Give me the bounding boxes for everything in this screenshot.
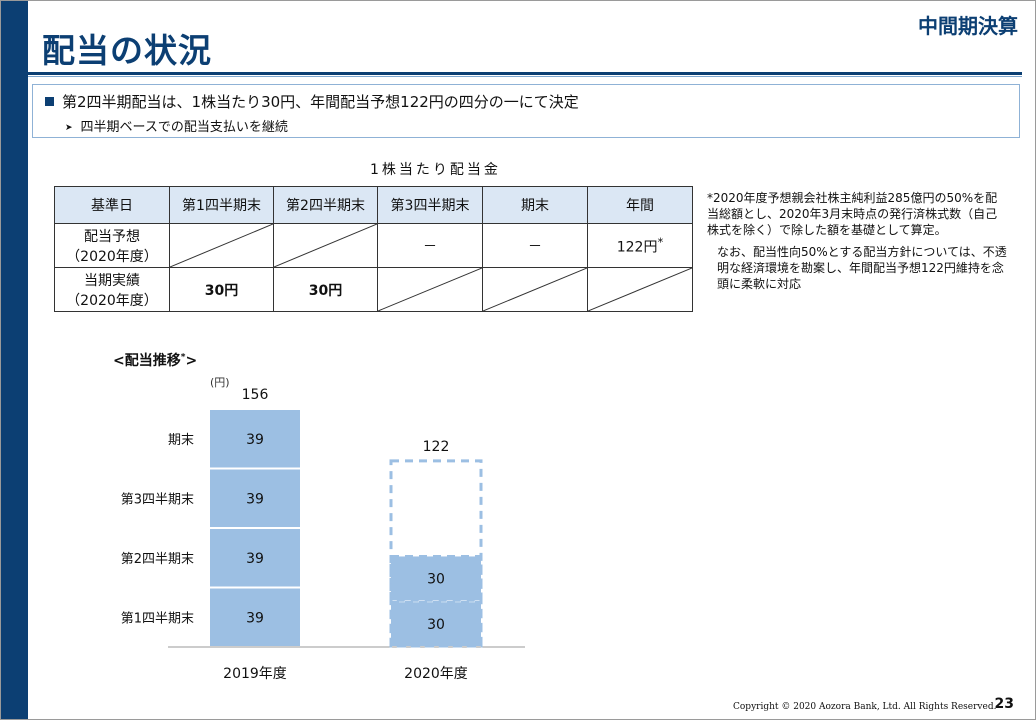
dividend-chart: (円) 第1四半期末第2四半期末第3四半期末 期末 39 39 39 39 30 30 156 12… <box>121 376 525 682</box>
table-row: 当期実績 （2020年度） 30円 30円 <box>54 267 693 312</box>
table-header-row: 基準日 第1四半期末 第2四半期末 第3四半期末 期末 年間 <box>54 186 693 224</box>
data-label: 39 <box>246 491 264 507</box>
segment-label: 第1四半期末 <box>121 611 194 626</box>
table-cell: 30円 <box>169 267 274 312</box>
category-label: 2020年度 <box>404 666 468 682</box>
unit-label: (円) <box>210 376 230 389</box>
row-label: 配当予想 （2020年度） <box>54 223 170 268</box>
summary-line-2: ➤ 四半期ベースでの配当支払いを継続 <box>65 120 288 135</box>
table-cell: 122円* <box>587 223 693 268</box>
data-label: 39 <box>246 610 264 626</box>
square-bullet-icon <box>45 97 54 106</box>
side-accent-bar <box>0 0 28 720</box>
table-row: 配当予想 （2020年度） － － 122円* <box>54 223 693 268</box>
empty-cell <box>169 223 274 268</box>
data-label: 30 <box>427 617 445 633</box>
page-title: 配当の状況 <box>42 31 212 70</box>
table-caption: 1株当たり配当金 <box>370 162 501 178</box>
segment-label: 第2四半期末 <box>121 552 194 567</box>
table-header: 年間 <box>587 186 693 224</box>
row-label: 当期実績 （2020年度） <box>54 267 170 312</box>
title-subrule <box>28 76 1022 77</box>
footnote-paragraph: なお、配当性向50%とする配当方針については、不透明な経済環境を勘案し、年間配当… <box>717 245 1007 291</box>
data-label: 39 <box>246 432 264 448</box>
empty-cell <box>587 267 693 312</box>
empty-cell <box>377 267 483 312</box>
data-label: 30 <box>427 571 445 587</box>
section-badge: 中間期決算 <box>918 14 1018 38</box>
empty-cell <box>273 223 378 268</box>
arrow-bullet-icon: ➤ <box>65 123 73 133</box>
table-cell: － <box>377 223 483 268</box>
table-header: 第3四半期末 <box>377 186 483 224</box>
footnote: *2020年度予想親会社株主純利益285億円の50%を配当総額とし、2020年3… <box>707 190 1007 292</box>
table-cell: 30円 <box>273 267 378 312</box>
summary-line-1: 第2四半期配当は、1株当たり30円、年間配当予想122円の四分の一にて決定 <box>45 91 579 112</box>
table-header: 期末 <box>482 186 588 224</box>
category-label: 2019年度 <box>223 666 287 682</box>
table-header: 第2四半期末 <box>273 186 378 224</box>
dividend-table: 基準日 第1四半期末 第2四半期末 第3四半期末 期末 年間 配当予想 （2020… <box>54 186 693 312</box>
table-cell: － <box>482 223 588 268</box>
table-header: 基準日 <box>54 186 170 224</box>
title-rule <box>28 72 1022 75</box>
chart-title: <配当推移*> <box>113 352 198 369</box>
footnote-paragraph: *2020年度予想親会社株主純利益285億円の50%を配当総額とし、2020年3… <box>707 191 998 237</box>
segment-label: 第3四半期末 <box>121 492 194 507</box>
copyright: Copyright © 2020 Aozora Bank, Ltd. All R… <box>733 702 997 712</box>
segment-label: 期末 <box>168 433 194 448</box>
data-label: 39 <box>246 551 264 567</box>
summary-box: 第2四半期配当は、1株当たり30円、年間配当予想122円の四分の一にて決定 ➤ 四… <box>32 84 1020 138</box>
empty-cell <box>482 267 588 312</box>
page-number: 23 <box>994 696 1014 712</box>
table-header: 第1四半期末 <box>169 186 274 224</box>
total-label: 156 <box>242 387 269 403</box>
total-label: 122 <box>423 439 450 455</box>
